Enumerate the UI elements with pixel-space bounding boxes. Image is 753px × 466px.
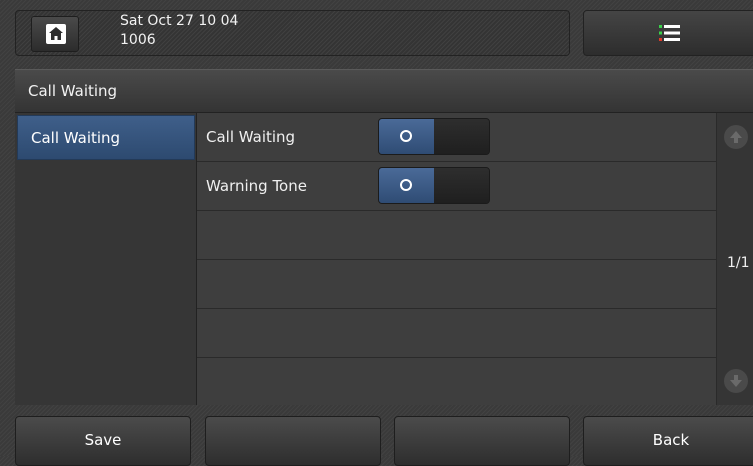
setting-label: Call Waiting xyxy=(206,128,296,146)
extension-number: 1006 xyxy=(120,32,156,48)
toggle-off-indicator-icon xyxy=(400,130,412,142)
toggle-thumb xyxy=(379,119,434,154)
sidebar: Call Waiting xyxy=(15,113,197,405)
softkey-label: Back xyxy=(652,431,690,449)
page-scroller: 1/1 xyxy=(716,113,753,405)
date-time: Sat Oct 27 10 04 xyxy=(120,13,239,29)
status-info: Sat Oct 27 10 04 1006 xyxy=(120,12,238,50)
setting-label: Warning Tone xyxy=(206,177,307,195)
toggle-track xyxy=(434,168,489,203)
menu-button[interactable] xyxy=(583,10,753,56)
empty-row xyxy=(197,211,716,260)
setting-row-warning-tone[interactable]: Warning Tone xyxy=(197,162,716,211)
toggle-thumb xyxy=(379,168,434,203)
toggle-off-indicator-icon xyxy=(400,179,412,191)
softkey-2[interactable] xyxy=(205,416,381,466)
settings-list: Call Waiting Warning Tone xyxy=(197,113,716,405)
warning-tone-toggle[interactable] xyxy=(378,167,490,204)
softkey-label: Save xyxy=(84,431,122,449)
scroll-up-icon[interactable] xyxy=(724,125,748,149)
home-button[interactable] xyxy=(31,16,79,52)
sidebar-item-label: Call Waiting xyxy=(31,129,121,147)
home-icon xyxy=(46,24,66,44)
back-softkey[interactable]: Back xyxy=(583,416,753,466)
page-title-bar: Call Waiting xyxy=(15,69,753,113)
toggle-track xyxy=(434,119,489,154)
setting-row-call-waiting[interactable]: Call Waiting xyxy=(197,113,716,162)
empty-row xyxy=(197,309,716,358)
call-waiting-toggle[interactable] xyxy=(378,118,490,155)
empty-row xyxy=(197,358,716,407)
page-title: Call Waiting xyxy=(28,82,118,100)
softkey-3[interactable] xyxy=(394,416,570,466)
menu-icon xyxy=(659,24,681,42)
sidebar-item-call-waiting[interactable]: Call Waiting xyxy=(17,115,195,160)
scroll-down-icon[interactable] xyxy=(724,369,748,393)
empty-row xyxy=(197,260,716,309)
status-bar: Sat Oct 27 10 04 1006 xyxy=(15,10,570,56)
page-indicator: 1/1 xyxy=(727,255,750,271)
save-softkey[interactable]: Save xyxy=(15,416,191,466)
